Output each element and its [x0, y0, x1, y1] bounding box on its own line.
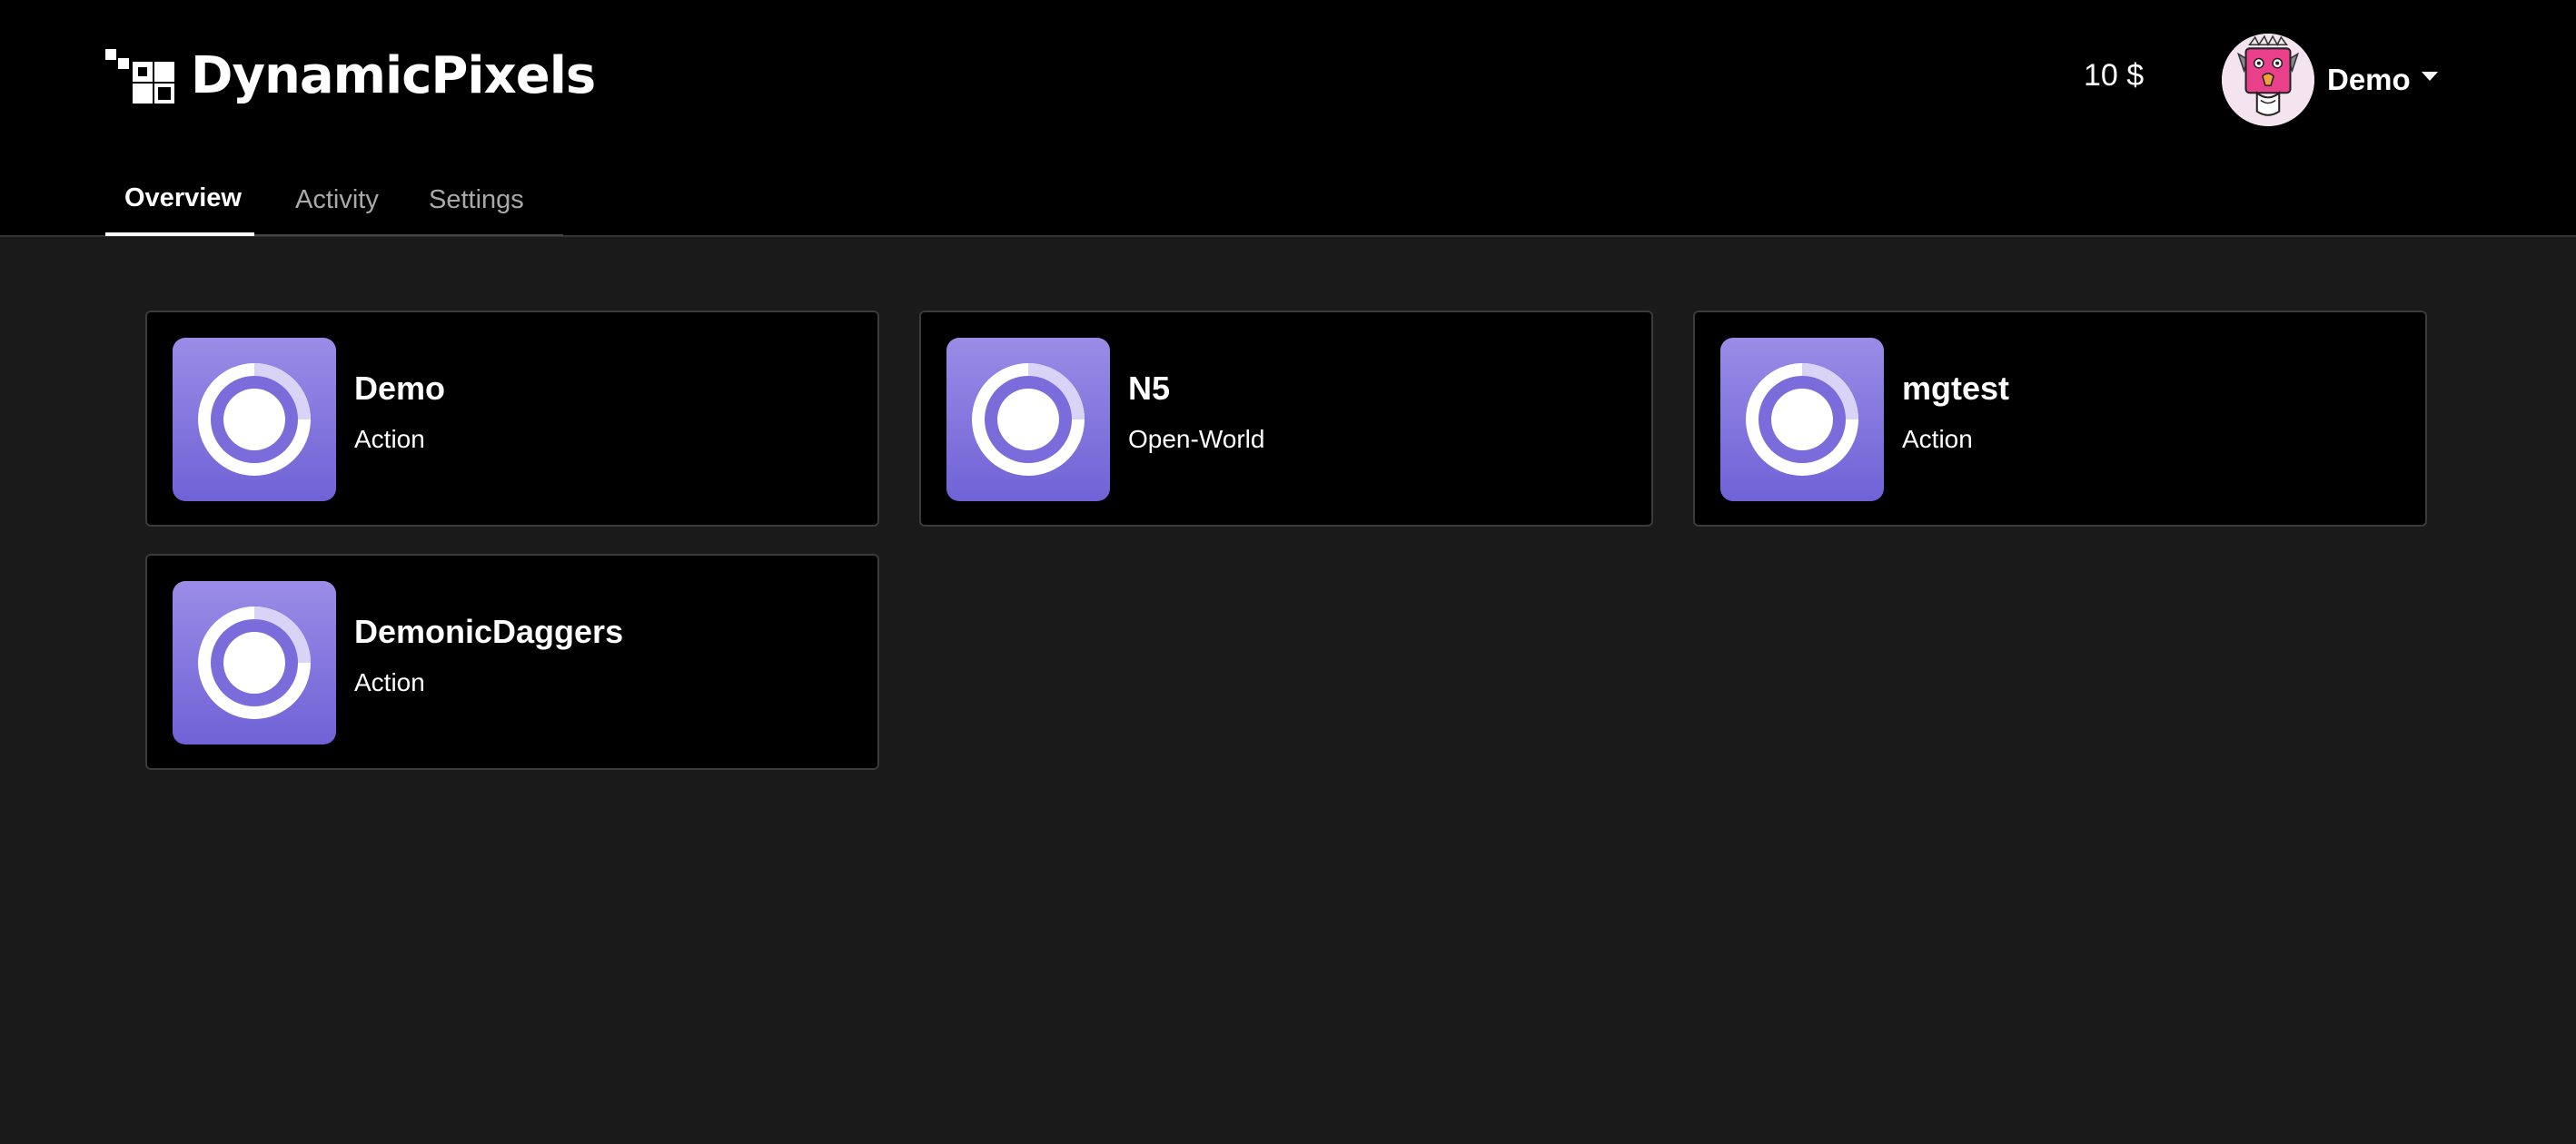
project-name: N5 — [1128, 370, 1171, 407]
ring-app-icon — [1720, 338, 1884, 501]
tab-label: Activity — [295, 185, 379, 214]
user-name: Demo — [2327, 63, 2411, 96]
tab-label: Overview — [124, 183, 242, 212]
project-name: DemonicDaggers — [354, 613, 624, 650]
project-card[interactable]: N5 Open-World — [919, 311, 1653, 527]
brand-name: DynamicPixels — [191, 46, 596, 105]
project-name: mgtest — [1902, 370, 2010, 407]
project-card[interactable]: mgtest Action — [1693, 311, 2427, 527]
tab-settings[interactable]: Settings — [412, 173, 563, 234]
project-card[interactable]: Demo Action — [145, 311, 879, 527]
project-genre: Open-World — [1128, 425, 1265, 453]
ring-icon-graphic — [972, 363, 1085, 476]
chevron-down-icon[interactable] — [2421, 72, 2438, 81]
project-name: Demo — [354, 370, 446, 407]
monster-avatar-icon — [2222, 34, 2314, 126]
brand-logo[interactable]: DynamicPixels — [105, 44, 596, 109]
pixel-blocks-logo-icon — [105, 49, 174, 104]
project-card[interactable]: DemonicDaggers Action — [145, 554, 879, 770]
tab-overview[interactable]: Overview — [105, 173, 254, 236]
ring-icon-graphic — [1746, 363, 1858, 476]
project-genre: Action — [354, 668, 425, 696]
project-genre: Action — [1902, 425, 1973, 453]
top-bar: DynamicPixels 10 $ Demo Overview Activit… — [0, 0, 2576, 237]
tab-label: Settings — [429, 185, 524, 214]
tab-activity[interactable]: Activity — [254, 173, 412, 234]
user-menu[interactable]: Demo — [2222, 33, 2438, 127]
tab-bar: Overview Activity Settings — [105, 173, 563, 236]
ring-app-icon — [173, 338, 336, 501]
ring-icon-graphic — [198, 363, 311, 476]
ring-app-icon — [173, 581, 336, 745]
balance-display: 10 $ — [2084, 58, 2145, 93]
ring-app-icon — [946, 338, 1110, 501]
ring-icon-graphic — [198, 607, 311, 719]
project-genre: Action — [354, 425, 425, 453]
